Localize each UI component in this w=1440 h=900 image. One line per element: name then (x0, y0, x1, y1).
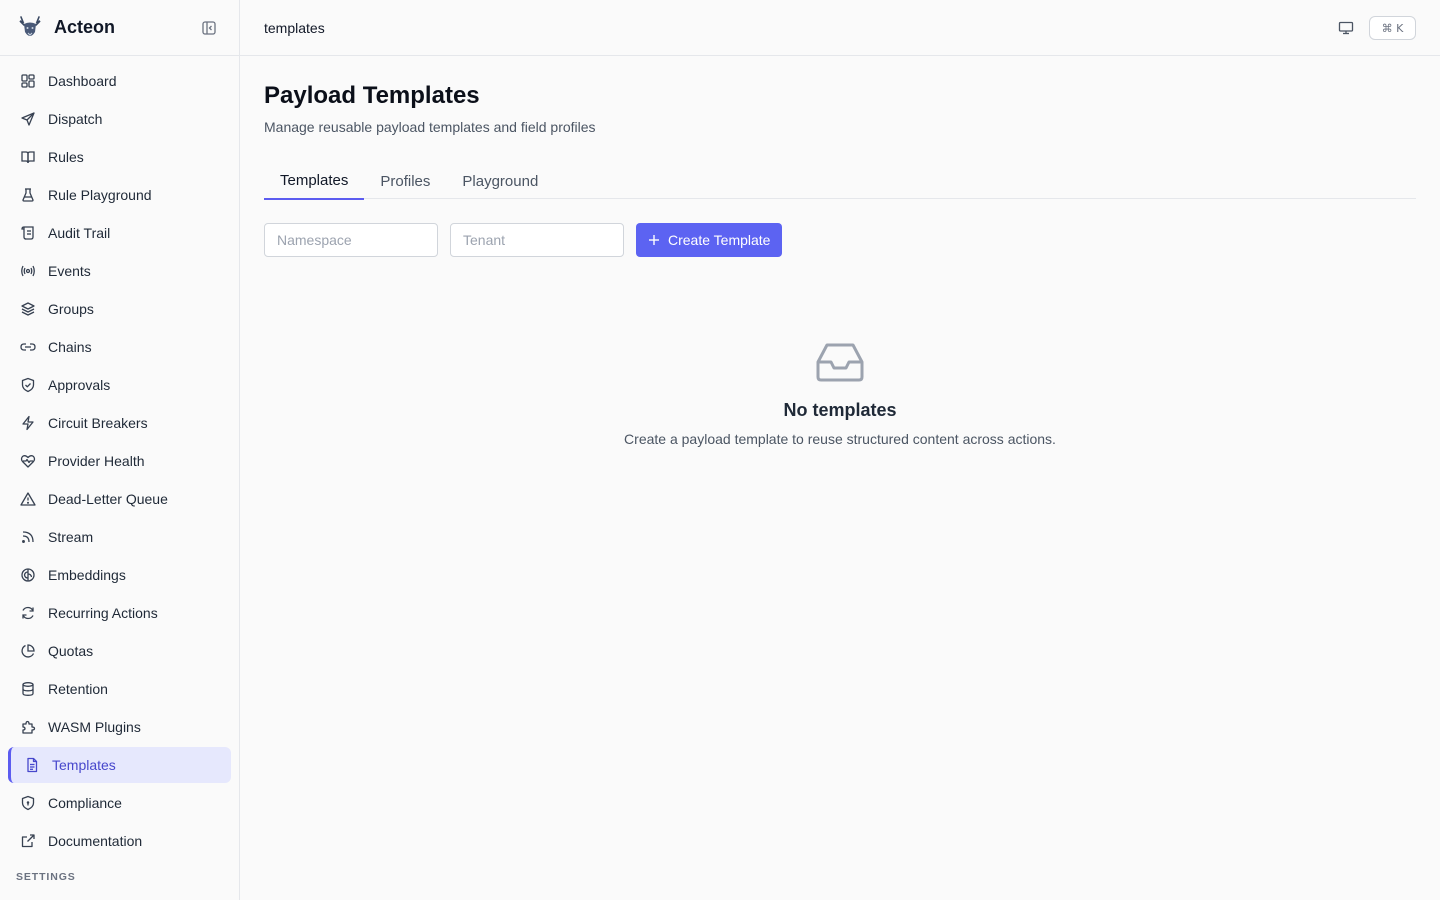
page-subtitle: Manage reusable payload templates and fi… (264, 119, 596, 135)
sidebar-item-label: Retention (48, 681, 108, 697)
brand: Acteon (0, 0, 239, 56)
sidebar-item-label: Provider Health (48, 453, 145, 469)
sidebar-item-label: Chains (48, 339, 92, 355)
top-bar: templates ⌘ K (240, 0, 1440, 56)
heart-pulse-icon (20, 453, 36, 469)
sidebar-nav: Dashboard Dispatch Rules Rule Playground… (0, 56, 239, 859)
main-content: Payload Templates Manage reusable payloa… (264, 56, 1416, 447)
sidebar-item-dashboard[interactable]: Dashboard (8, 63, 231, 99)
shield-icon (20, 795, 36, 811)
app-name: Acteon (54, 17, 116, 37)
sidebar-item-templates[interactable]: Templates (8, 747, 231, 783)
sidebar-item-label: Rules (48, 149, 84, 165)
sidebar-item-compliance[interactable]: Compliance (8, 785, 231, 821)
tab-templates[interactable]: Templates (264, 163, 365, 200)
sidebar-item-retention[interactable]: Retention (8, 671, 231, 707)
pie-chart-icon (20, 643, 36, 659)
external-link-icon (20, 833, 36, 849)
monitor-icon[interactable] (1338, 20, 1354, 36)
inbox-icon (816, 342, 864, 382)
zap-icon (20, 415, 36, 431)
layers-icon (20, 301, 36, 317)
empty-state-title: No templates (783, 400, 897, 420)
page-title: Payload Templates (264, 82, 480, 109)
refresh-icon (20, 605, 36, 621)
create-template-button[interactable]: Create Template (636, 223, 783, 257)
sidebar-item-quotas[interactable]: Quotas (8, 633, 231, 669)
empty-state: No templates Create a payload template t… (264, 342, 1416, 447)
scroll-icon (20, 225, 36, 241)
deer-head-icon (16, 14, 44, 42)
sidebar-item-label: WASM Plugins (48, 719, 141, 735)
sidebar-item-embeddings[interactable]: Embeddings (8, 557, 231, 593)
sidebar-item-label: Compliance (48, 795, 122, 811)
link-icon (20, 339, 36, 355)
plus-icon (649, 235, 659, 245)
sidebar-item-provider-health[interactable]: Provider Health (8, 443, 231, 479)
sidebar-item-label: Recurring Actions (48, 605, 158, 621)
alert-triangle-icon (20, 491, 36, 507)
file-text-icon (24, 757, 40, 773)
shield-check-icon (20, 377, 36, 393)
sidebar-item-wasm-plugins[interactable]: WASM Plugins (8, 709, 231, 745)
breadcrumb: templates (264, 19, 325, 36)
sidebar-item-stream[interactable]: Stream (8, 519, 231, 555)
sidebar-item-circuit-breakers[interactable]: Circuit Breakers (8, 405, 231, 441)
puzzle-icon (20, 719, 36, 735)
sidebar-item-chains[interactable]: Chains (8, 329, 231, 365)
book-icon (20, 149, 36, 165)
sidebar: Acteon Dashboard Dispatch Rules Rule Pla… (0, 0, 240, 900)
tab-bar: Templates Profiles Playground (264, 163, 1416, 200)
flask-icon (20, 187, 36, 203)
sidebar-item-label: Circuit Breakers (48, 415, 148, 431)
sidebar-item-label: Templates (52, 757, 116, 773)
sidebar-item-label: Documentation (48, 833, 143, 849)
send-icon (20, 111, 36, 127)
sidebar-item-label: Embeddings (48, 567, 126, 583)
sidebar-collapse-icon[interactable] (201, 20, 217, 36)
sidebar-item-rule-playground[interactable]: Rule Playground (8, 177, 231, 213)
sidebar-item-rules[interactable]: Rules (8, 139, 231, 175)
sidebar-item-groups[interactable]: Groups (8, 291, 231, 327)
sidebar-item-dispatch[interactable]: Dispatch (8, 101, 231, 137)
sidebar-section-settings: SETTINGS (16, 871, 76, 883)
sidebar-item-dead-letter-queue[interactable]: Dead-Letter Queue (8, 481, 231, 517)
sidebar-item-label: Stream (48, 529, 94, 545)
rss-icon (20, 529, 36, 545)
brain-icon (20, 567, 36, 583)
sidebar-item-label: Dashboard (48, 73, 117, 89)
filter-toolbar: Create Template (264, 223, 1416, 257)
tab-playground[interactable]: Playground (446, 163, 554, 199)
radio-icon (20, 263, 36, 279)
sidebar-item-label: Groups (48, 301, 94, 317)
sidebar-item-documentation[interactable]: Documentation (8, 823, 231, 859)
create-template-label: Create Template (668, 232, 771, 248)
sidebar-item-events[interactable]: Events (8, 253, 231, 289)
sidebar-item-audit-trail[interactable]: Audit Trail (8, 215, 231, 251)
sidebar-item-recurring-actions[interactable]: Recurring Actions (8, 595, 231, 631)
tab-profiles[interactable]: Profiles (364, 163, 446, 199)
sidebar-item-label: Dead-Letter Queue (48, 491, 168, 507)
sidebar-item-label: Rule Playground (48, 187, 152, 203)
database-icon (20, 681, 36, 697)
sidebar-item-label: Events (48, 263, 91, 279)
namespace-input[interactable] (264, 223, 438, 257)
sidebar-item-label: Quotas (48, 643, 94, 659)
command-palette-shortcut[interactable]: ⌘ K (1369, 16, 1416, 40)
sidebar-item-approvals[interactable]: Approvals (8, 367, 231, 403)
tenant-input[interactable] (450, 223, 624, 257)
dashboard-icon (20, 73, 36, 89)
sidebar-item-label: Approvals (48, 377, 111, 393)
sidebar-item-label: Dispatch (48, 111, 103, 127)
empty-state-description: Create a payload template to reuse struc… (624, 431, 1056, 447)
sidebar-item-label: Audit Trail (48, 225, 111, 241)
